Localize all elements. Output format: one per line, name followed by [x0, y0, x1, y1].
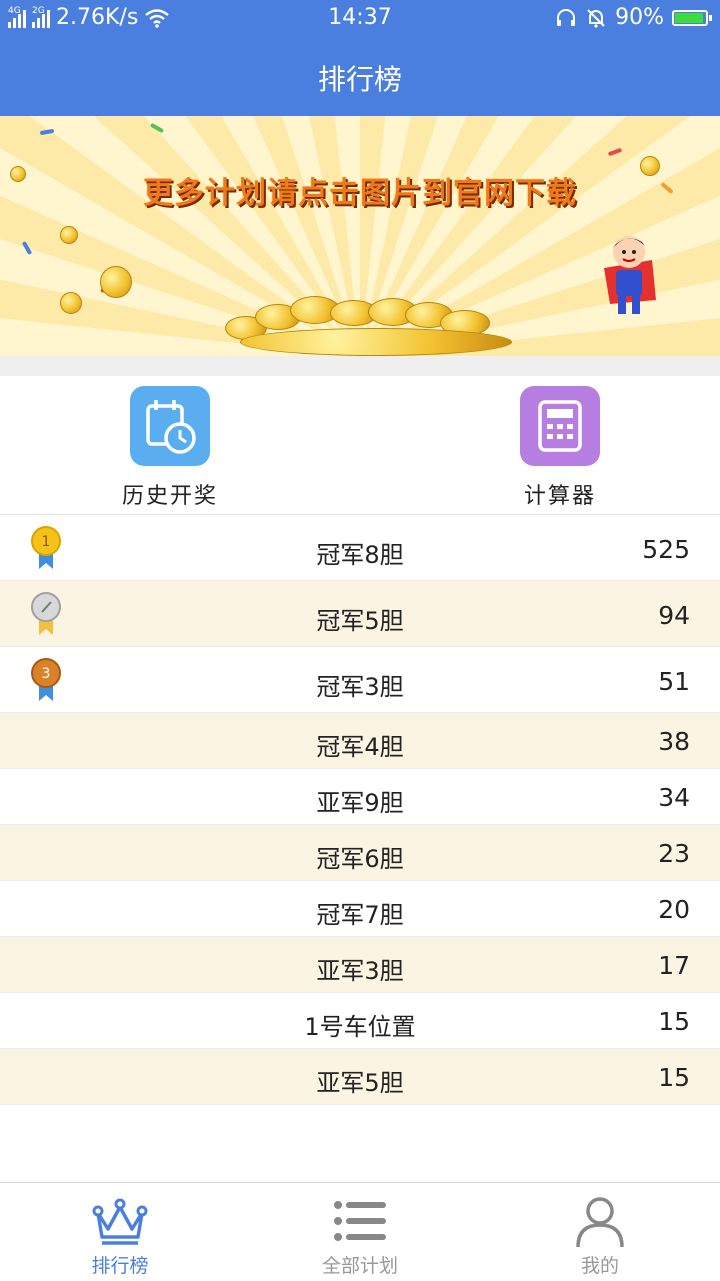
- user-icon: [576, 1197, 624, 1247]
- ranking-list: 1 冠军8胆 525 冠军5胆 94 3 冠军3胆 51 冠军4胆 38 亚军9…: [0, 515, 720, 1105]
- list-icon: [334, 1201, 386, 1241]
- status-bar: 4G 2G 2.76K/s 14:37 90%: [0, 0, 720, 36]
- ranking-count: 51: [658, 667, 690, 696]
- ranking-row[interactable]: 冠军7胆 20: [0, 881, 720, 937]
- ranking-count: 94: [658, 601, 690, 630]
- battery-icon: [672, 9, 712, 26]
- ranking-row[interactable]: 亚军9胆 34: [0, 769, 720, 825]
- ranking-name: 冠军4胆: [316, 733, 404, 761]
- ranking-row[interactable]: 亚军3胆 17: [0, 937, 720, 993]
- ranking-row[interactable]: 冠军4胆 38: [0, 713, 720, 769]
- ranking-row[interactable]: 3 冠军3胆 51: [0, 647, 720, 713]
- ranking-name: 冠军8胆: [316, 541, 404, 569]
- history-draw-label: 历史开奖: [121, 484, 218, 509]
- headset-icon: [557, 8, 576, 26]
- tab-ranking-label: 排行榜: [91, 1255, 149, 1277]
- quick-actions: 历史开奖 计算器: [0, 376, 720, 515]
- ranking-name: 1号车位置: [304, 1013, 416, 1041]
- tab-mine-label: 我的: [580, 1255, 619, 1277]
- promo-banner[interactable]: 更多计划请点击图片到官网下载: [0, 116, 720, 356]
- section-divider: [0, 356, 720, 376]
- ranking-count: 34: [658, 783, 690, 812]
- tab-ranking[interactable]: 排行榜: [0, 1183, 240, 1281]
- ranking-row[interactable]: 冠军6胆 23: [0, 825, 720, 881]
- ranking-row[interactable]: 亚军5胆 15: [0, 1049, 720, 1105]
- ranking-count: 525: [642, 535, 690, 564]
- ranking-count: 38: [658, 727, 690, 756]
- tab-all-plans-label: 全部计划: [321, 1255, 398, 1277]
- ranking-count: 20: [658, 895, 690, 924]
- ranking-name: 亚军3胆: [316, 957, 404, 985]
- ranking-row[interactable]: 冠军5胆 94: [0, 581, 720, 647]
- nav-bar: 排行榜: [0, 36, 720, 116]
- calculator-button[interactable]: 计算器: [460, 386, 660, 510]
- calculator-label: 计算器: [523, 484, 596, 509]
- bell-muted-icon: [587, 8, 605, 28]
- ranking-name: 冠军5胆: [316, 607, 404, 635]
- crown-icon: [92, 1198, 148, 1245]
- ranking-name: 冠军6胆: [316, 845, 404, 873]
- ranking-count: 15: [658, 1063, 690, 1092]
- ranking-count: 23: [658, 839, 690, 868]
- page-title: 排行榜: [317, 63, 402, 96]
- status-right: 90%: [555, 5, 712, 30]
- tab-mine[interactable]: 我的: [480, 1183, 720, 1281]
- ranking-row[interactable]: 1号车位置 15: [0, 993, 720, 1049]
- ranking-name: 冠军7胆: [316, 901, 404, 929]
- battery-percent: 90%: [615, 5, 664, 30]
- ranking-count: 17: [658, 951, 690, 980]
- ranking-name: 亚军5胆: [316, 1069, 404, 1097]
- history-draw-button[interactable]: 历史开奖: [70, 386, 270, 510]
- calendar-clock-icon: [130, 386, 210, 466]
- ranking-count: 15: [658, 1007, 690, 1036]
- banner-text: 更多计划请点击图片到官网下载: [143, 176, 577, 211]
- mascot-illustration: [604, 236, 656, 314]
- calculator-icon: [520, 386, 600, 466]
- ranking-name: 冠军3胆: [316, 673, 404, 701]
- ranking-row[interactable]: 1 冠军8胆 525: [0, 515, 720, 581]
- tab-all-plans[interactable]: 全部计划: [240, 1183, 480, 1281]
- ranking-name: 亚军9胆: [316, 789, 404, 817]
- tab-bar: 排行榜 全部计划 我的: [0, 1182, 720, 1281]
